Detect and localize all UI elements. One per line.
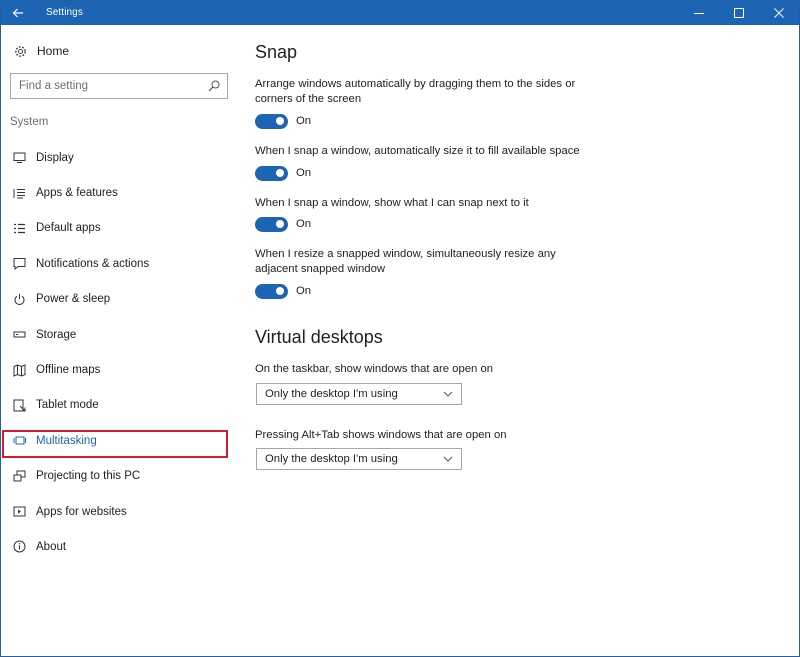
- minimize-button[interactable]: [679, 1, 719, 25]
- dropdown-value: Only the desktop I'm using: [265, 453, 398, 465]
- toggle-state-label: On: [296, 115, 312, 127]
- back-button[interactable]: [1, 1, 35, 25]
- sidebar-item-label: Apps & features: [36, 187, 118, 200]
- sidebar-item-label: Display: [36, 151, 74, 164]
- maximize-button[interactable]: [719, 1, 759, 25]
- multitasking-icon: [12, 434, 26, 448]
- dropdown-value: Only the desktop I'm using: [265, 388, 398, 400]
- power-icon: [12, 292, 26, 306]
- sidebar-item-storage[interactable]: Storage: [1, 317, 237, 352]
- snap-autosize-toggle[interactable]: [255, 165, 288, 181]
- sidebar-item-label: Notifications & actions: [36, 257, 150, 270]
- snap-assist-toggle[interactable]: [255, 216, 288, 232]
- snap-setting-2-toggle-row: On: [255, 164, 311, 182]
- virtual-desktops-heading: Virtual desktops: [255, 327, 383, 347]
- sidebar-item-label: Offline maps: [36, 364, 101, 377]
- snap-heading: Snap: [255, 42, 298, 62]
- sidebar-item-offline-maps[interactable]: Offline maps: [1, 352, 237, 387]
- snap-setting-4-toggle-row: On: [255, 282, 311, 300]
- snap-setting-1-toggle-row: On: [255, 112, 311, 130]
- title-bar: Settings: [1, 1, 799, 25]
- toggle-state-label: On: [296, 218, 312, 230]
- section-label-system: System: [10, 116, 49, 128]
- sidebar: Home System Display Apps & features Defa…: [1, 25, 237, 656]
- projecting-icon: [12, 469, 26, 483]
- window-controls: [679, 1, 799, 25]
- gear-icon: [13, 44, 27, 58]
- chevron-down-icon: [443, 456, 453, 462]
- map-icon: [12, 363, 26, 377]
- tablet-icon: [12, 398, 26, 412]
- sidebar-item-about[interactable]: About: [1, 529, 237, 564]
- close-button[interactable]: [759, 1, 799, 25]
- snap-resize-toggle[interactable]: [255, 283, 288, 299]
- back-arrow-icon: [12, 8, 23, 18]
- taskbar-desktop-dropdown[interactable]: Only the desktop I'm using: [256, 383, 462, 405]
- snap-arrange-toggle[interactable]: [255, 113, 288, 129]
- toggle-state-label: On: [296, 167, 312, 179]
- sidebar-item-apps-features[interactable]: Apps & features: [1, 175, 237, 210]
- info-icon: [12, 540, 26, 554]
- sidebar-item-tablet-mode[interactable]: Tablet mode: [1, 388, 237, 423]
- apps-websites-icon: [12, 505, 26, 519]
- snap-setting-4-description: When I resize a snapped window, simultan…: [255, 248, 556, 275]
- search-box[interactable]: [10, 73, 228, 99]
- sidebar-item-notifications[interactable]: Notifications & actions: [1, 246, 237, 281]
- window-title: Settings: [46, 7, 83, 18]
- minimize-icon: [694, 13, 704, 14]
- sidebar-item-label: Multitasking: [36, 434, 97, 447]
- snap-setting-3-description: When I snap a window, show what I can sn…: [255, 197, 529, 209]
- maximize-icon: [734, 8, 744, 18]
- storage-icon: [12, 328, 26, 342]
- settings-window: Settings Home System: [0, 0, 800, 657]
- sidebar-item-label: About: [36, 540, 67, 553]
- snap-setting-1-description: Arrange windows automatically by draggin…: [255, 78, 576, 105]
- sidebar-item-label: Power & sleep: [36, 293, 111, 306]
- search-input[interactable]: [11, 74, 197, 98]
- sidebar-item-display[interactable]: Display: [1, 140, 237, 175]
- home-link[interactable]: Home: [13, 41, 69, 61]
- close-icon: [774, 8, 784, 18]
- alttab-desktop-dropdown[interactable]: Only the desktop I'm using: [256, 448, 462, 470]
- search-icon[interactable]: [207, 79, 221, 93]
- sidebar-item-projecting[interactable]: Projecting to this PC: [1, 459, 237, 494]
- sidebar-nav: Display Apps & features Default apps Not…: [1, 140, 237, 565]
- snap-setting-3-toggle-row: On: [255, 215, 311, 233]
- sidebar-item-apps-websites[interactable]: Apps for websites: [1, 494, 237, 529]
- sidebar-item-label: Tablet mode: [36, 399, 99, 412]
- sidebar-item-power-sleep[interactable]: Power & sleep: [1, 282, 237, 317]
- list-icon: [12, 186, 26, 200]
- sidebar-item-label: Default apps: [36, 222, 101, 235]
- toggle-state-label: On: [296, 285, 312, 297]
- sidebar-item-label: Projecting to this PC: [36, 470, 141, 483]
- taskbar-setting-label: On the taskbar, show windows that are op…: [255, 363, 494, 375]
- alttab-setting-label: Pressing Alt+Tab shows windows that are …: [255, 429, 507, 441]
- sidebar-item-multitasking[interactable]: Multitasking: [1, 423, 237, 459]
- notification-icon: [12, 257, 26, 271]
- monitor-icon: [12, 151, 26, 165]
- snap-setting-2-description: When I snap a window, automatically size…: [255, 145, 580, 157]
- sidebar-item-label: Apps for websites: [36, 505, 127, 518]
- sidebar-item-label: Storage: [36, 328, 77, 341]
- home-label: Home: [37, 44, 70, 58]
- chevron-down-icon: [443, 391, 453, 397]
- default-apps-icon: [12, 221, 26, 235]
- sidebar-item-default-apps[interactable]: Default apps: [1, 211, 237, 246]
